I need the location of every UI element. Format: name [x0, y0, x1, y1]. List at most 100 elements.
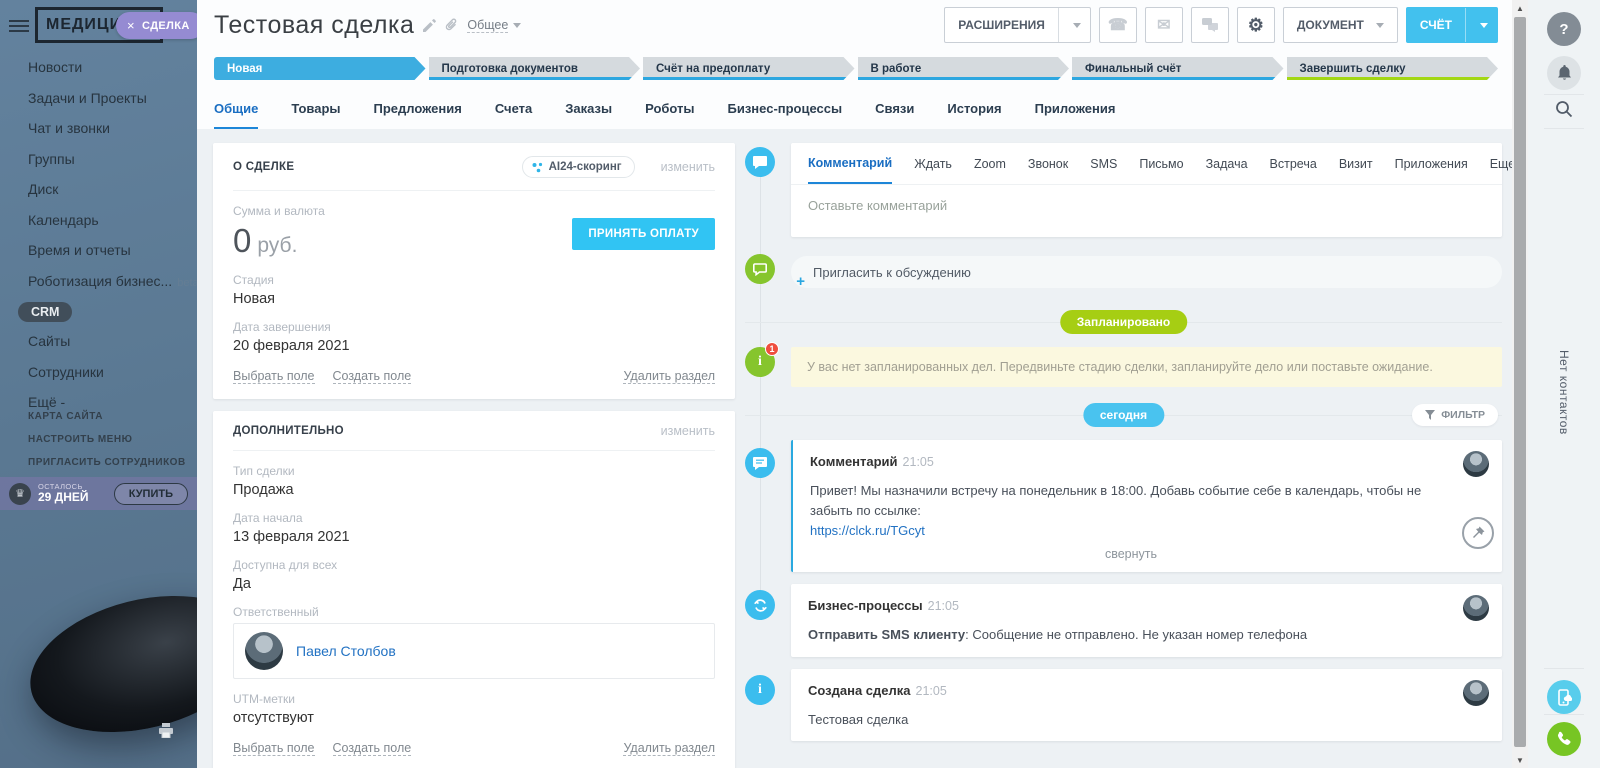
tab-orders[interactable]: Заказы	[565, 101, 612, 129]
tab-task[interactable]: Задача	[1206, 143, 1248, 184]
telephony-button[interactable]	[1547, 722, 1581, 756]
sidebar-item-news[interactable]: Новости	[28, 52, 197, 83]
sidebar-item-time[interactable]: Время и отчеты	[28, 235, 197, 266]
bizproc-action: Отправить SMS клиенту	[808, 627, 965, 642]
tab-call[interactable]: Звонок	[1028, 143, 1068, 184]
delete-section-link[interactable]: Удалить раздел	[623, 741, 715, 756]
tab-more[interactable]: Еще	[1490, 143, 1512, 184]
stage-close[interactable]: Завершить сделку	[1287, 57, 1499, 80]
create-field-link[interactable]: Создать поле	[333, 369, 412, 384]
sidebar-item-tasks[interactable]: Задачи и Проекты	[28, 83, 197, 114]
comment-input[interactable]: Оставьте комментарий	[791, 185, 1502, 237]
pin-button[interactable]	[1462, 517, 1494, 549]
comment-link[interactable]: https://clck.ru/TGcyt	[810, 521, 925, 541]
sitemap-link[interactable]: КАРТА САЙТА	[28, 405, 186, 428]
tab-zoom[interactable]: Zoom	[974, 143, 1006, 184]
avatar	[1463, 680, 1489, 706]
entry-title: Бизнес-процессы	[808, 598, 923, 613]
collapse-link[interactable]: свернуть	[810, 547, 1452, 561]
paperclip-icon[interactable]	[445, 18, 458, 32]
stage-inwork[interactable]: В работе	[858, 57, 1070, 80]
sidebar-item-crm[interactable]: CRM	[18, 302, 72, 322]
invite-employees-link[interactable]: ПРИГЛАСИТЬ СОТРУДНИКОВ	[28, 451, 186, 474]
tab-invoices[interactable]: Счета	[495, 101, 532, 129]
buy-button[interactable]: КУПИТЬ	[114, 483, 188, 505]
sidebar-item-sites[interactable]: Сайты	[28, 326, 197, 357]
invite-to-discussion[interactable]: + Пригласить к обсуждению	[791, 256, 1502, 288]
edit-title-icon[interactable]	[423, 19, 436, 32]
responsible-person-link[interactable]: Павел Столбов	[296, 643, 396, 659]
document-button[interactable]: ДОКУМЕНТ	[1283, 7, 1398, 43]
extensions-dropdown[interactable]	[1058, 8, 1090, 42]
tab-general[interactable]: Общие	[214, 101, 258, 129]
call-button[interactable]: ☎	[1099, 7, 1137, 43]
tab-products[interactable]: Товары	[291, 101, 340, 129]
deal-tab-badge[interactable]: × СДЕЛКА	[116, 12, 197, 39]
license-bar: ♛ ОСТАЛОСЬ 29 ДНЕЙ КУПИТЬ	[0, 477, 197, 510]
deal-category-selector[interactable]: Общее	[467, 18, 508, 33]
stage-final-invoice[interactable]: Финальный счёт	[1072, 57, 1284, 80]
create-field-link[interactable]: Создать поле	[333, 741, 412, 756]
edit-section-link[interactable]: изменить	[661, 424, 715, 438]
stage-docs[interactable]: Подготовка документов	[429, 57, 641, 80]
tab-history[interactable]: История	[947, 101, 1001, 129]
select-field-link[interactable]: Выбрать поле	[233, 741, 315, 756]
close-icon[interactable]: ×	[127, 18, 135, 33]
tab-links[interactable]: Связи	[875, 101, 914, 129]
tab-wait[interactable]: Ждать	[914, 143, 952, 184]
invoice-dropdown[interactable]	[1465, 8, 1497, 42]
tab-robots[interactable]: Роботы	[645, 101, 694, 129]
ai-scoring-badge[interactable]: AI24-скоринг	[522, 156, 635, 178]
tab-apps[interactable]: Приложения	[1035, 101, 1116, 129]
tab-visit[interactable]: Визит	[1339, 143, 1373, 184]
field-label: Доступна для всех	[233, 558, 715, 572]
field-label: Ответственный	[233, 605, 715, 619]
extensions-button[interactable]: РАСШИРЕНИЯ	[944, 7, 1091, 43]
sidebar-item-rpa[interactable]: Роботизация бизнес...beta	[28, 266, 197, 299]
scrollbar-thumb[interactable]	[1514, 17, 1526, 747]
settings-button[interactable]: ⚙	[1237, 7, 1275, 43]
configure-menu-link[interactable]: НАСТРОИТЬ МЕНЮ	[28, 428, 186, 451]
select-field-link[interactable]: Выбрать поле	[233, 369, 315, 384]
sidebar-item-disk[interactable]: Диск	[28, 174, 197, 205]
timeline-entry-bizproc: Бизнес-процессы21:05 Отправить SMS клиен…	[791, 584, 1502, 656]
scroll-up-arrow[interactable]: ▲	[1512, 0, 1528, 16]
field-label: Тип сделки	[233, 464, 715, 478]
stage-prepay[interactable]: Счёт на предоплату	[643, 57, 855, 80]
help-button[interactable]: ?	[1547, 12, 1581, 46]
tab-applications[interactable]: Приложения	[1395, 143, 1468, 184]
printer-icon[interactable]	[158, 723, 174, 743]
tab-sms[interactable]: SMS	[1090, 143, 1117, 184]
field-label: UTM-метки	[233, 692, 715, 706]
deal-currency: руб.	[257, 234, 297, 257]
sidebar-item-chat[interactable]: Чат и звонки	[28, 113, 197, 144]
sidebar-item-groups[interactable]: Группы	[28, 144, 197, 175]
add-icon: +	[796, 273, 805, 290]
filter-button[interactable]: ФИЛЬТР	[1412, 404, 1498, 426]
email-button[interactable]: ✉	[1145, 7, 1183, 43]
sidebar-item-employees[interactable]: Сотрудники	[28, 357, 197, 388]
tab-meeting[interactable]: Встреча	[1270, 143, 1317, 184]
vertical-scrollbar[interactable]: ▲ ▼	[1512, 0, 1528, 768]
accept-payment-button[interactable]: ПРИНЯТЬ ОПЛАТУ	[572, 218, 715, 250]
tab-letter[interactable]: Письмо	[1139, 143, 1183, 184]
notifications-button[interactable]	[1547, 56, 1581, 90]
tab-comment[interactable]: Комментарий	[808, 143, 892, 184]
mobile-cloud-icon	[1556, 689, 1572, 706]
tab-bizproc[interactable]: Бизнес-процессы	[728, 101, 843, 129]
pin-icon	[1472, 526, 1485, 539]
funnel-icon	[1425, 410, 1435, 420]
field-label: Стадия	[233, 273, 715, 287]
invoice-button[interactable]: СЧЁТ	[1406, 7, 1498, 43]
chat-button[interactable]	[1191, 7, 1229, 43]
mobile-app-button[interactable]	[1547, 680, 1581, 714]
stage-new[interactable]: Новая	[214, 57, 426, 80]
scroll-down-arrow[interactable]: ▼	[1512, 752, 1528, 768]
sidebar-menu: Новости Задачи и Проекты Чат и звонки Гр…	[28, 52, 197, 418]
delete-section-link[interactable]: Удалить раздел	[623, 369, 715, 384]
edit-section-link[interactable]: изменить	[661, 160, 715, 174]
sidebar-item-calendar[interactable]: Календарь	[28, 205, 197, 236]
search-button[interactable]	[1555, 100, 1573, 123]
hamburger-menu-icon[interactable]	[9, 17, 29, 35]
tab-quotes[interactable]: Предложения	[374, 101, 462, 129]
